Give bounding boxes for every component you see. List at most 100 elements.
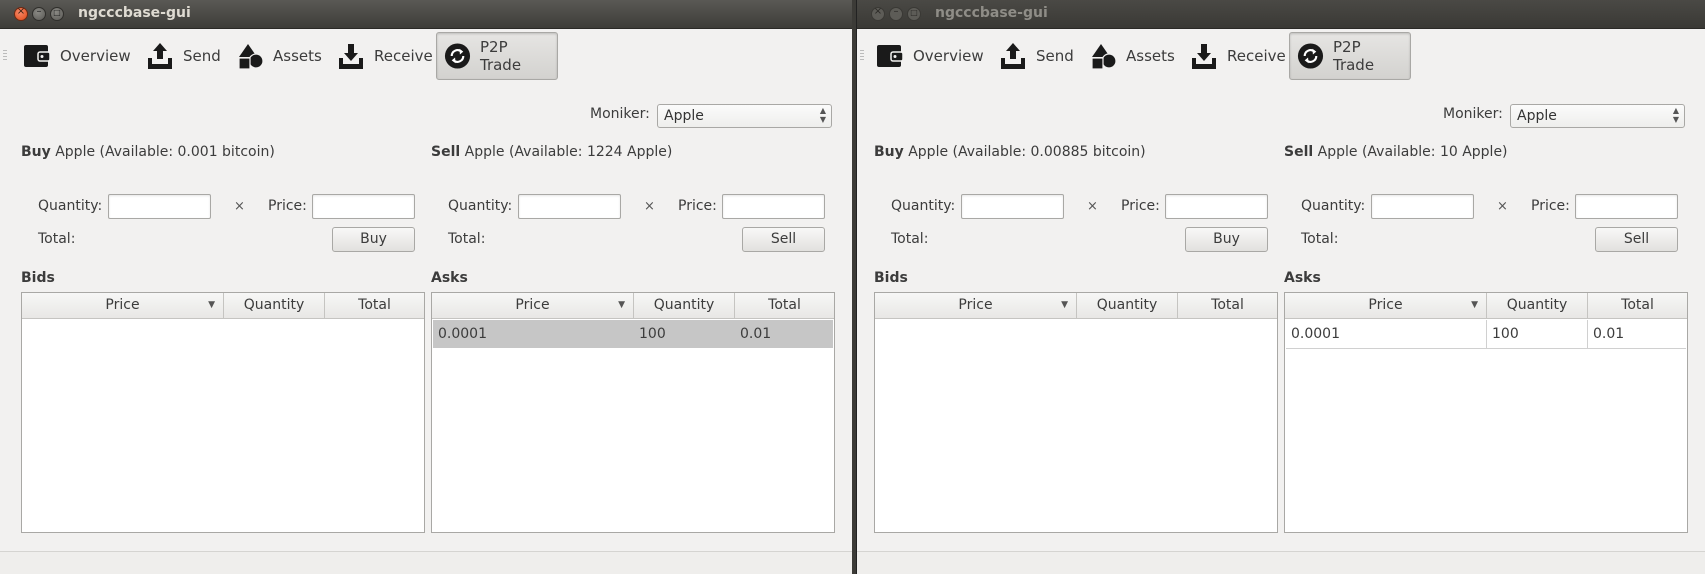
- toolbar-label: P2P Trade: [479, 38, 522, 74]
- column-header-price[interactable]: Price ▼: [875, 293, 1077, 318]
- minimize-icon: –: [893, 6, 899, 17]
- titlebar[interactable]: × – □ ngcccbase-gui: [0, 0, 852, 29]
- toolbar-receive-button[interactable]: Receive: [1189, 28, 1286, 84]
- toolbar-grip[interactable]: [3, 50, 7, 62]
- upload-tray-icon: [148, 43, 172, 69]
- status-bar: [857, 551, 1705, 574]
- buy-heading-text: Apple (Available: 0.00885 bitcoin): [903, 144, 1146, 160]
- moniker-select[interactable]: Apple ▲ ▼: [1510, 104, 1685, 128]
- close-button[interactable]: ×: [14, 6, 28, 21]
- shapes-icon: [1091, 44, 1117, 70]
- column-header-quantity[interactable]: Quantity: [224, 293, 325, 318]
- toolbar-label: Assets: [1126, 47, 1175, 65]
- column-header-label: Quantity: [243, 297, 305, 313]
- table-row[interactable]: 0.0001 100 0.01: [1286, 320, 1686, 349]
- column-header-price[interactable]: Price ▼: [432, 293, 634, 318]
- upload-tray-icon: [1001, 43, 1025, 69]
- column-header-total[interactable]: Total: [1178, 293, 1277, 318]
- table-header: Price ▼ Quantity Total: [432, 293, 834, 319]
- buy-button[interactable]: Buy: [332, 227, 415, 252]
- buy-heading-bold: Buy: [874, 144, 904, 160]
- column-header-label: Total: [358, 297, 391, 313]
- sell-button[interactable]: Sell: [742, 227, 825, 252]
- column-header-quantity[interactable]: Quantity: [1487, 293, 1588, 318]
- sell-heading: Sell Apple (Available: 1224 Apple): [431, 144, 672, 160]
- column-header-total[interactable]: Total: [1588, 293, 1687, 318]
- toolbar-p2p-trade-button[interactable]: P2P Trade: [436, 32, 558, 80]
- toolbar-assets-button[interactable]: Assets: [1088, 28, 1175, 84]
- minimize-button[interactable]: –: [32, 6, 46, 21]
- toolbar: Overview Send Assets Receive P2P Trade: [0, 28, 852, 84]
- toolbar-label: Assets: [273, 47, 322, 65]
- table-header: Price ▼ Quantity Total: [875, 293, 1277, 319]
- toolbar-send-button[interactable]: Send: [998, 28, 1074, 84]
- table-row[interactable]: 0.0001 100 0.01: [433, 320, 833, 348]
- asks-table[interactable]: Price ▼ Quantity Total 0.0001 100 0.01: [1284, 292, 1688, 533]
- sell-quantity-input[interactable]: [518, 194, 621, 219]
- bids-table[interactable]: Price ▼ Quantity Total: [21, 292, 425, 533]
- toolbar-receive-button[interactable]: Receive: [336, 28, 433, 84]
- toolbar-label: Receive: [1227, 47, 1286, 65]
- maximize-button[interactable]: □: [907, 7, 921, 21]
- sell-button[interactable]: Sell: [1595, 227, 1678, 252]
- toolbar-overview-button[interactable]: Overview: [875, 28, 984, 84]
- buy-button[interactable]: Buy: [1185, 227, 1268, 252]
- asks-heading: Asks: [1284, 270, 1321, 286]
- column-header-label: Quantity: [1096, 297, 1158, 313]
- cell-total: 0.01: [740, 326, 772, 342]
- column-header-price[interactable]: Price ▼: [22, 293, 224, 318]
- toolbar-label: Send: [183, 47, 221, 65]
- buy-times-sign: ×: [1087, 199, 1098, 214]
- column-header-price[interactable]: Price ▼: [1285, 293, 1487, 318]
- sell-price-input[interactable]: [722, 194, 825, 219]
- cell-quantity: 100: [639, 326, 666, 342]
- sell-price-input[interactable]: [1575, 194, 1678, 219]
- cell-price: 0.0001: [438, 326, 487, 342]
- buy-total-label: Total:: [38, 231, 76, 247]
- cell-total: 0.01: [1593, 326, 1625, 342]
- toolbar-p2p-trade-button[interactable]: P2P Trade: [1289, 32, 1411, 80]
- column-header-total[interactable]: Total: [325, 293, 424, 318]
- sell-quantity-input[interactable]: [1371, 194, 1474, 219]
- spin-arrows-icon: ▲ ▼: [1672, 106, 1679, 124]
- sell-times-sign: ×: [644, 199, 655, 214]
- toolbar-label: Send: [1036, 47, 1074, 65]
- close-button[interactable]: ×: [871, 6, 885, 21]
- moniker-select[interactable]: Apple ▲ ▼: [657, 104, 832, 128]
- buy-price-label: Price:: [1121, 198, 1160, 214]
- download-tray-icon: [339, 44, 363, 69]
- sell-price-label: Price:: [678, 198, 717, 214]
- toolbar-send-button[interactable]: Send: [145, 28, 221, 84]
- cell-price: 0.0001: [1286, 320, 1487, 348]
- toolbar-label: P2P Trade: [1332, 38, 1375, 74]
- sell-heading: Sell Apple (Available: 10 Apple): [1284, 144, 1508, 160]
- buy-quantity-input[interactable]: [108, 194, 211, 219]
- maximize-button[interactable]: □: [50, 7, 64, 21]
- bids-heading: Bids: [874, 270, 908, 286]
- buy-quantity-input[interactable]: [961, 194, 1064, 219]
- toolbar: Overview Send Assets Receive P2P Trade: [857, 28, 1705, 84]
- table-header: Price ▼ Quantity Total: [1285, 293, 1687, 319]
- column-header-quantity[interactable]: Quantity: [634, 293, 735, 318]
- column-header-total[interactable]: Total: [735, 293, 834, 318]
- titlebar[interactable]: × – □ ngcccbase-gui: [857, 0, 1705, 29]
- toolbar-grip[interactable]: [860, 50, 864, 62]
- moniker-select-value: Apple: [664, 108, 704, 124]
- buy-heading: Buy Apple (Available: 0.00885 bitcoin): [874, 144, 1146, 160]
- sell-quantity-label: Quantity:: [448, 198, 513, 214]
- maximize-icon: □: [910, 8, 918, 17]
- bids-table[interactable]: Price ▼ Quantity Total: [874, 292, 1278, 533]
- sell-total-label: Total:: [1301, 231, 1339, 247]
- column-header-label: Total: [1211, 297, 1244, 313]
- column-header-quantity[interactable]: Quantity: [1077, 293, 1178, 318]
- wallet-icon: [877, 45, 904, 67]
- buy-price-label: Price:: [268, 198, 307, 214]
- sell-times-sign: ×: [1497, 199, 1508, 214]
- asks-table[interactable]: Price ▼ Quantity Total 0.0001 100 0.01: [431, 292, 835, 533]
- toolbar-assets-button[interactable]: Assets: [235, 28, 322, 84]
- buy-price-input[interactable]: [312, 194, 415, 219]
- minimize-button[interactable]: –: [889, 6, 903, 21]
- toolbar-overview-button[interactable]: Overview: [22, 28, 131, 84]
- download-tray-icon: [1192, 44, 1216, 69]
- buy-price-input[interactable]: [1165, 194, 1268, 219]
